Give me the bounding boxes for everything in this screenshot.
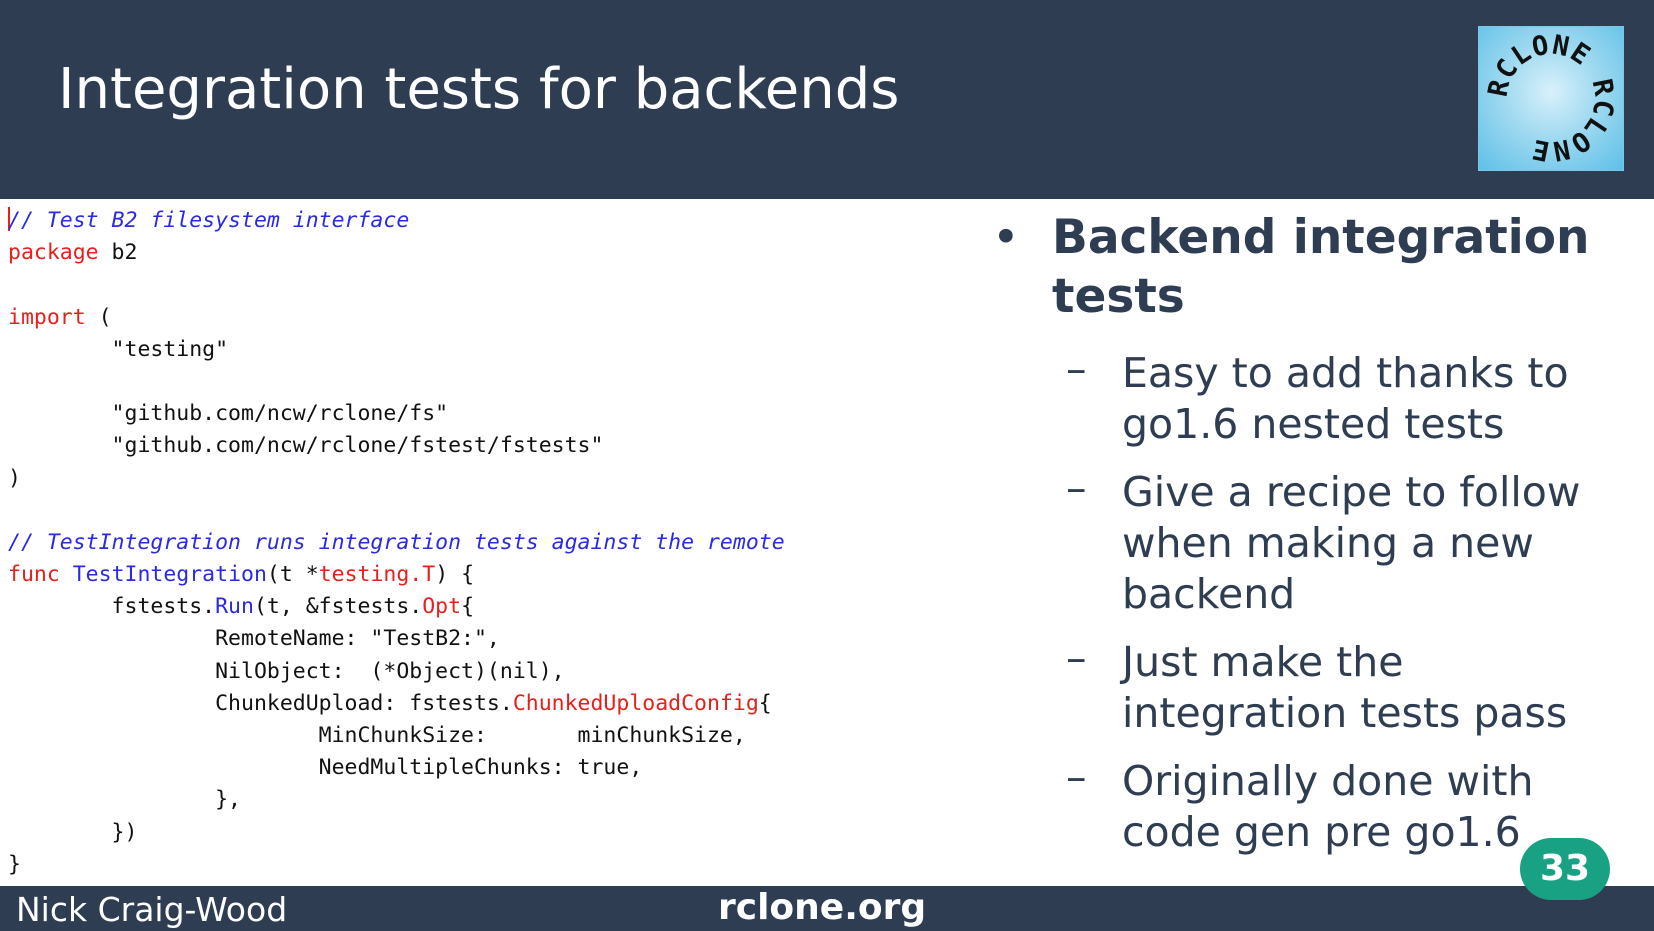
- code-line: NilObject: (*Object)(nil),: [8, 656, 958, 688]
- code-text: RemoteName: "TestB2:",: [8, 626, 500, 652]
- code-line: },: [8, 784, 958, 816]
- sub-bullet-text: Give a recipe to follow when making a ne…: [1122, 468, 1581, 618]
- code-text: (t *: [266, 562, 319, 588]
- sub-bullet-dash: –: [1066, 634, 1087, 682]
- code-line: ChunkedUpload: fstests.ChunkedUploadConf…: [8, 688, 958, 720]
- code-comment: // Test B2 filesystem interface: [8, 208, 410, 233]
- code-line: // TestIntegration runs integration test…: [8, 527, 958, 559]
- code-keyword: testing.T: [318, 562, 436, 588]
- code-text: b2: [98, 240, 138, 266]
- code-identifier: TestIntegration: [72, 562, 267, 588]
- rclone-logo-text: RCLONE RCLONE: [1483, 30, 1619, 167]
- code-line: RemoteName: "TestB2:",: [8, 623, 958, 655]
- code-text: {: [758, 690, 772, 716]
- code-text: "github.com/ncw/rclone/fs": [8, 401, 449, 427]
- code-text: (: [85, 304, 112, 330]
- code-line: import (: [8, 302, 958, 334]
- code-line: MinChunkSize: minChunkSize,: [8, 720, 958, 752]
- sub-bullet-item: – Just make the integration tests pass: [990, 634, 1630, 739]
- code-comment: // TestIntegration runs integration test…: [8, 529, 785, 555]
- code-text: MinChunkSize: minChunkSize,: [8, 723, 746, 748]
- slide-footer: Nick Craig-Wood rclone.org: [0, 886, 1654, 931]
- code-line: "testing": [8, 334, 958, 366]
- code-line: func TestIntegration(t *testing.T) {: [8, 559, 958, 591]
- code-line: "github.com/ncw/rclone/fstest/fstests": [8, 430, 958, 462]
- code-line: package b2: [8, 237, 958, 269]
- code-keyword: Opt: [422, 594, 462, 620]
- code-line: "github.com/ncw/rclone/fs": [8, 398, 958, 430]
- code-text: NeedMultipleChunks: true,: [8, 755, 643, 781]
- sub-bullet-dash: –: [1066, 345, 1087, 393]
- slide-header: Integration tests for backends RCLONE RC…: [0, 0, 1654, 199]
- bullet-main-text: Backend integration tests: [1052, 210, 1590, 324]
- code-identifier: Run: [215, 594, 254, 620]
- footer-site-link[interactable]: rclone.org: [718, 888, 926, 928]
- code-text: ) {: [435, 562, 475, 588]
- sub-bullet-dash: –: [1066, 464, 1087, 512]
- code-text: ChunkedUpload: fstests.: [8, 690, 513, 716]
- code-line: NeedMultipleChunks: true,: [8, 752, 958, 784]
- sub-bullet-dash: –: [1066, 753, 1087, 801]
- code-line: // Test B2 filesystem interface: [8, 205, 958, 237]
- code-text: fstests.: [8, 594, 216, 620]
- code-text: (t, &fstests.: [253, 594, 423, 620]
- sub-bullet-list: – Easy to add thanks to go1.6 nested tes…: [990, 345, 1630, 858]
- code-keyword: package: [8, 240, 99, 266]
- code-keyword: ChunkedUploadConfig: [512, 690, 759, 716]
- code-text: "testing": [8, 336, 229, 362]
- sub-bullet-text: Originally done with code gen pre go1.6: [1122, 757, 1534, 856]
- rclone-logo: RCLONE RCLONE: [1478, 26, 1624, 171]
- code-text: NilObject: (*Object)(nil),: [8, 658, 565, 684]
- code-keyword: import: [8, 304, 86, 330]
- code-text: }): [8, 819, 138, 845]
- code-text: }: [8, 851, 21, 877]
- code-line: ): [8, 463, 958, 495]
- code-listing: // Test B2 filesystem interface package b…: [8, 205, 958, 881]
- sub-bullet-item: – Easy to add thanks to go1.6 nested tes…: [990, 345, 1630, 450]
- code-line: }): [8, 817, 958, 849]
- slide-title: Integration tests for backends: [58, 57, 900, 122]
- svg-text:RCLONE RCLONE: RCLONE RCLONE: [1483, 30, 1620, 167]
- bullet-dot: •: [992, 210, 1020, 265]
- footer-author: Nick Craig-Wood: [16, 890, 288, 929]
- page-number-badge: 33: [1520, 838, 1610, 900]
- code-text: ): [8, 465, 21, 491]
- sub-bullet-text: Just make the integration tests pass: [1122, 638, 1568, 737]
- bullet-main: • Backend integration tests: [990, 208, 1630, 326]
- sub-bullet-item: – Give a recipe to follow when making a …: [990, 464, 1630, 620]
- code-keyword: func: [8, 562, 60, 588]
- bullet-list: • Backend integration tests – Easy to ad…: [990, 208, 1630, 875]
- code-text: "github.com/ncw/rclone/fstest/fstests": [8, 433, 604, 459]
- code-text: },: [8, 787, 241, 813]
- code-line: fstests.Run(t, &fstests.Opt{: [8, 591, 958, 623]
- slide: Integration tests for backends RCLONE RC…: [0, 0, 1654, 931]
- code-text: {: [461, 594, 475, 620]
- code-line: }: [8, 849, 958, 881]
- sub-bullet-text: Easy to add thanks to go1.6 nested tests: [1122, 349, 1569, 448]
